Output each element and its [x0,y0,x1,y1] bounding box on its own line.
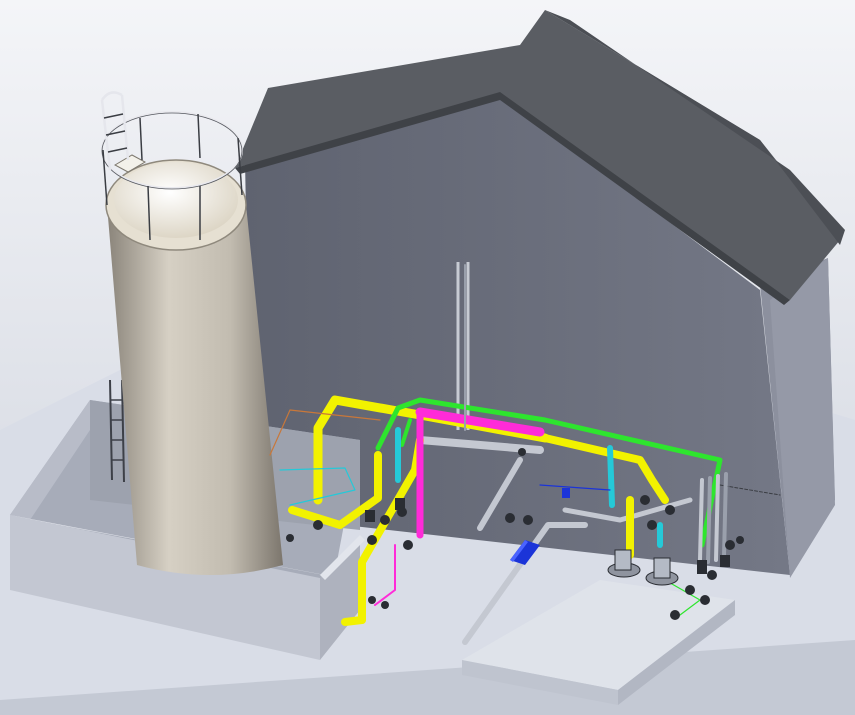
valve [313,520,323,530]
valve [518,448,526,456]
valve [647,520,657,530]
blue-valve [562,488,570,498]
manifold-pipe [714,474,720,562]
valve [670,610,680,620]
cyan-pipe [607,445,615,508]
manifold-pipe [706,476,712,564]
valve [380,515,390,525]
valve-body [395,498,405,510]
plant-3d-model-view [0,0,855,715]
pump-body [614,549,632,571]
valve [368,596,376,604]
valve-body [720,555,730,567]
valve [700,595,710,605]
valve [685,585,695,595]
valve [725,540,735,550]
valve [665,505,675,515]
valve [286,534,294,542]
valve-body [365,510,375,522]
valve-body [697,560,707,574]
pump-body [653,557,671,579]
valve [523,515,533,525]
silo-dome [114,162,238,238]
valve [403,540,413,550]
valve [736,536,744,544]
manifold-pipe [698,478,704,562]
valve [505,513,515,523]
valve [381,601,389,609]
yellow-pipe [341,616,366,626]
valve [640,495,650,505]
valve [367,535,377,545]
valve [707,570,717,580]
